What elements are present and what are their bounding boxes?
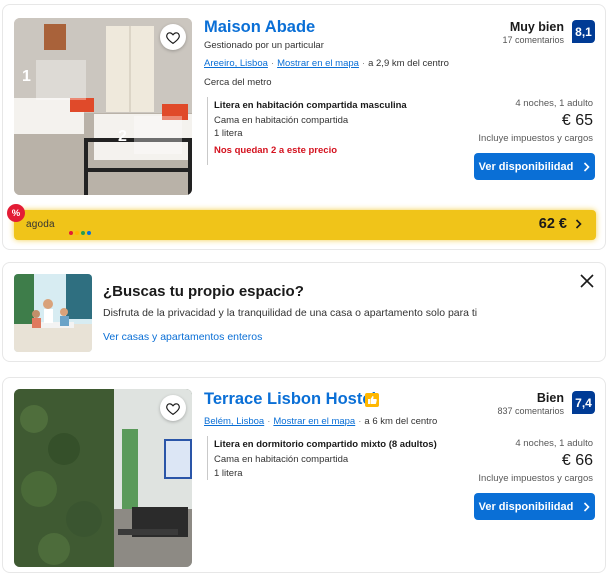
chevron-right-icon [584,161,591,172]
see-availability-button[interactable]: Ver disponibilidad [474,153,595,180]
property-card-maison-abade: 1 2 Maison Abade Gestionado por un parti… [2,4,606,250]
agoda-logo: agoda [26,219,55,230]
property-photo[interactable]: 1 2 [14,18,192,195]
chevron-right-icon [575,219,582,229]
managed-by-text: Gestionado por un particular [204,40,324,51]
room-type: Cama en habitación compartida [214,115,349,126]
promo-title: ¿Buscas tu propio espacio? [103,283,304,300]
scarcity-message: Nos quedan 2 a este precio [214,145,338,156]
room-type: Cama en habitación compartida [214,454,349,465]
see-availability-button[interactable]: Ver disponibilidad [474,493,595,520]
rating-word: Bien [536,391,564,405]
stay-summary: 4 noches, 1 adulto [515,98,593,109]
review-score-badge: 7,4 [572,391,595,414]
see-availability-label: Ver disponibilidad [478,160,574,173]
bed-info: 1 litera [214,128,243,139]
near-metro-text: Cerca del metro [204,77,272,88]
location-link[interactable]: Areeiro, Lisboa [204,58,268,69]
entire-place-promo-card: ¿Buscas tu propio espacio? Disfruta de l… [2,262,606,362]
taxes-note: Incluye impuestos y cargos [478,133,593,144]
location-row: Areeiro, Lisboa · Mostrar en el mapa · a 2,9… [204,58,449,69]
review-count[interactable]: 837 comentarios [497,406,564,416]
deal-price-value: 62 € [538,216,567,232]
location-row: Belém, Lisboa · Mostrar en el mapa · a 6 km … [204,416,438,427]
family-terrace-image [14,274,92,352]
property-name[interactable]: Terrace Lisbon Hostel [204,390,376,409]
promo-image [14,274,92,352]
deal-price: 62 € [539,216,582,232]
percent-badge-icon: % [7,204,25,222]
see-availability-label: Ver disponibilidad [478,500,574,513]
close-icon[interactable] [579,273,595,289]
bed-info: 1 litera [214,468,243,479]
stay-summary: 4 noches, 1 adulto [515,438,593,449]
rating-word: Muy bien [509,20,564,34]
taxes-note: Incluye impuestos y cargos [478,473,593,484]
see-entire-homes-link[interactable]: Ver casas y apartamentos enteros [103,331,262,343]
photo-label-1: 1 [22,68,31,85]
save-favorite-button[interactable] [160,24,186,50]
heart-outline-icon [166,402,180,415]
room-divider [207,436,208,480]
thumbs-up-icon [365,393,379,407]
promo-description: Disfruta de la privacidad y la tranquili… [103,307,478,319]
partner-deal-bar[interactable]: agoda 62 € [14,210,596,240]
review-count[interactable]: 17 comentarios [502,35,564,45]
photo-label-2: 2 [118,128,127,145]
location-link[interactable]: Belém, Lisboa [204,416,264,427]
property-name[interactable]: Maison Abade [204,18,315,37]
review-score-badge: 8,1 [572,20,595,43]
property-photo[interactable] [14,389,192,567]
property-card-terrace-lisbon-hostel: Terrace Lisbon Hostel Belém, Lisboa · Most… [2,377,606,573]
room-divider [207,97,208,165]
price: € 65 [561,112,593,129]
room-title: Litera en dormitorio compartido mixto (8… [214,439,437,450]
heart-outline-icon [166,31,180,44]
show-on-map-link[interactable]: Mostrar en el mapa [277,58,359,69]
show-on-map-link[interactable]: Mostrar en el mapa [273,416,355,427]
save-favorite-button[interactable] [160,395,186,421]
chevron-right-icon [584,501,591,512]
distance-text: a 6 km del centro [364,416,438,427]
price: € 66 [561,452,593,469]
room-title: Litera en habitación compartida masculin… [214,100,407,111]
agoda-logo-dots [69,222,93,240]
distance-text: a 2,9 km del centro [368,58,449,69]
thumbs-up-glyph [368,396,377,404]
